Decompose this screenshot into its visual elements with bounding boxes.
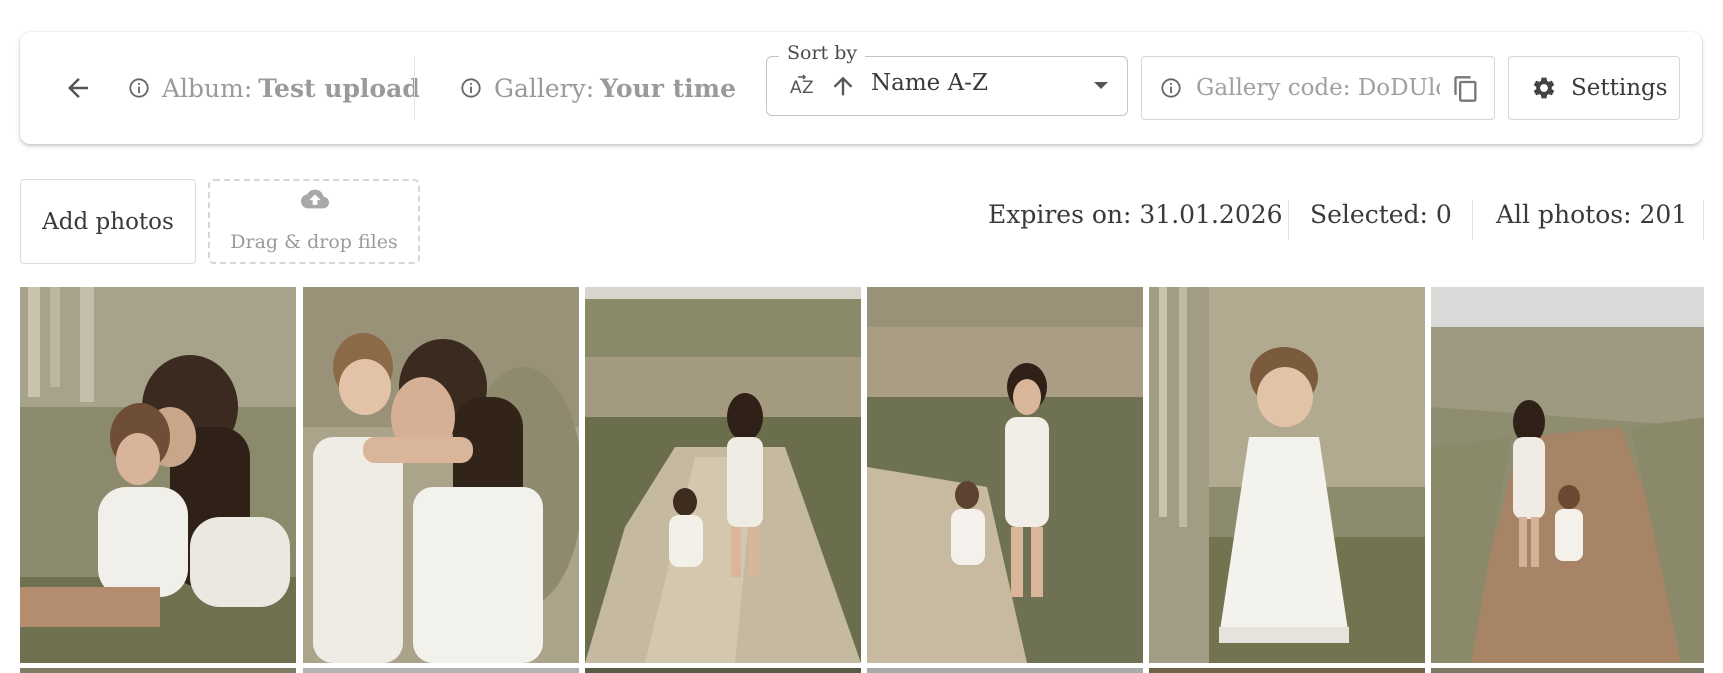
sort-select[interactable]: Sort by A Z Name A-Z xyxy=(766,42,1128,116)
photo-thumbnail[interactable] xyxy=(1431,668,1704,673)
svg-text:Z: Z xyxy=(802,78,814,98)
photo-thumbnail[interactable] xyxy=(303,668,579,673)
expiry-date: Expires on: 31.01.2026 xyxy=(988,200,1283,229)
album-info: Album: Test upload xyxy=(128,66,420,110)
copy-icon[interactable] xyxy=(1452,73,1480,105)
selected-count: Selected: 0 xyxy=(1310,200,1452,229)
add-photos-label: Add photos xyxy=(42,208,174,235)
photo-thumbnail[interactable] xyxy=(585,668,861,673)
sort-value: Name A-Z xyxy=(871,70,988,96)
photo-grid xyxy=(20,287,1704,673)
info-icon xyxy=(1160,77,1182,99)
photo-thumbnail[interactable] xyxy=(1149,287,1425,663)
settings-label: Settings xyxy=(1571,75,1668,101)
info-icon xyxy=(128,77,150,99)
arrow-up-icon[interactable] xyxy=(829,71,857,101)
caret-down-icon xyxy=(1094,82,1108,89)
settings-button[interactable]: Settings xyxy=(1508,56,1680,120)
add-photos-button[interactable]: Add photos xyxy=(20,179,196,264)
album-name: Test upload xyxy=(258,73,420,103)
stats-divider xyxy=(1288,200,1289,240)
gallery-label: Gallery: xyxy=(494,73,595,103)
back-button[interactable] xyxy=(54,64,102,112)
gallery-toolbar: Album: Test upload Gallery: Your time So… xyxy=(20,32,1702,144)
drag-drop-zone[interactable]: Drag & drop files xyxy=(208,179,420,264)
toolbar-divider xyxy=(414,56,415,120)
photo-thumbnail[interactable] xyxy=(1431,287,1704,663)
gallery-code-field[interactable]: Gallery code: DoDUlo xyxy=(1141,56,1495,120)
info-icon xyxy=(460,77,482,99)
gallery-code-text: Gallery code: DoDUlo xyxy=(1196,75,1440,101)
sort-alpha-icon: A Z xyxy=(790,74,814,98)
dropzone-label: Drag & drop files xyxy=(230,231,398,253)
photo-thumbnail[interactable] xyxy=(585,287,861,663)
stats-divider xyxy=(1472,200,1473,240)
photo-thumbnail[interactable] xyxy=(303,287,579,663)
album-label: Album: xyxy=(162,73,253,103)
photo-thumbnail[interactable] xyxy=(20,287,296,663)
arrow-left-icon xyxy=(68,78,88,98)
gallery-info: Gallery: Your time xyxy=(460,66,736,110)
cloud-upload-icon xyxy=(301,189,329,209)
gallery-name: Your time xyxy=(600,73,736,103)
photo-thumbnail[interactable] xyxy=(867,287,1143,663)
svg-text:A: A xyxy=(790,78,802,98)
gear-icon xyxy=(1533,77,1555,99)
stats-divider xyxy=(1703,200,1704,240)
photo-thumbnail[interactable] xyxy=(1149,668,1425,673)
photo-thumbnail[interactable] xyxy=(867,668,1143,673)
photo-thumbnail[interactable] xyxy=(20,668,296,673)
all-photos-count: All photos: 201 xyxy=(1496,200,1688,229)
sort-legend: Sort by xyxy=(779,42,866,64)
